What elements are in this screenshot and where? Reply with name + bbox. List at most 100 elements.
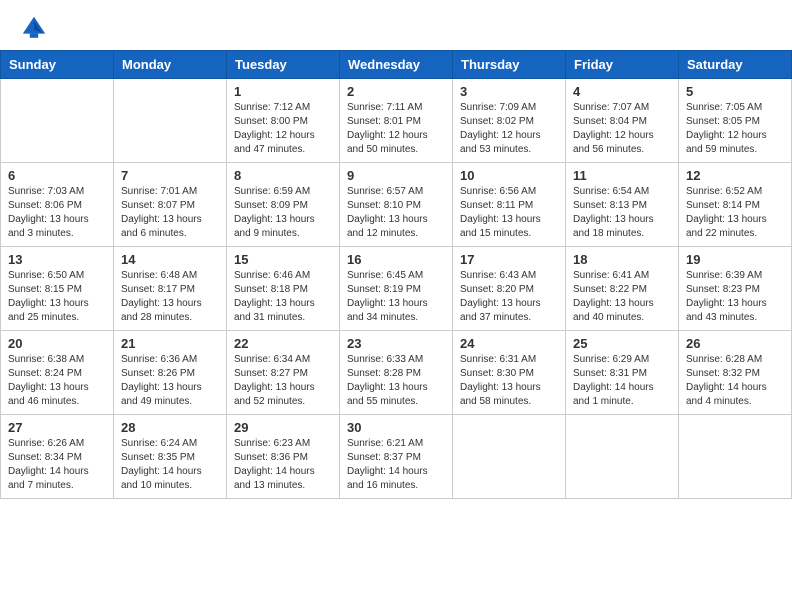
day-info: Sunrise: 6:38 AMSunset: 8:24 PMDaylight:… [8, 353, 106, 409]
calendar-cell: 24 Sunrise: 6:31 AMSunset: 8:30 PMDayligh… [453, 331, 566, 415]
day-info: Sunrise: 6:41 AMSunset: 8:22 PMDaylight:… [573, 269, 671, 325]
day-info: Sunrise: 6:59 AMSunset: 8:09 PMDaylight:… [234, 185, 332, 241]
calendar-cell: 30 Sunrise: 6:21 AMSunset: 8:37 PMDayligh… [340, 415, 453, 499]
day-number: 12 [686, 168, 784, 183]
day-info: Sunrise: 6:31 AMSunset: 8:30 PMDaylight:… [460, 353, 558, 409]
calendar-cell: 18 Sunrise: 6:41 AMSunset: 8:22 PMDayligh… [566, 247, 679, 331]
calendar-week-row: 6 Sunrise: 7:03 AMSunset: 8:06 PMDaylight… [1, 163, 792, 247]
day-info: Sunrise: 6:43 AMSunset: 8:20 PMDaylight:… [460, 269, 558, 325]
calendar-cell: 28 Sunrise: 6:24 AMSunset: 8:35 PMDayligh… [114, 415, 227, 499]
day-number: 17 [460, 252, 558, 267]
calendar-cell: 6 Sunrise: 7:03 AMSunset: 8:06 PMDaylight… [1, 163, 114, 247]
day-info: Sunrise: 6:54 AMSunset: 8:13 PMDaylight:… [573, 185, 671, 241]
day-info: Sunrise: 6:52 AMSunset: 8:14 PMDaylight:… [686, 185, 784, 241]
calendar-cell: 9 Sunrise: 6:57 AMSunset: 8:10 PMDaylight… [340, 163, 453, 247]
day-number: 22 [234, 336, 332, 351]
calendar-week-row: 27 Sunrise: 6:26 AMSunset: 8:34 PMDayligh… [1, 415, 792, 499]
day-number: 1 [234, 84, 332, 99]
calendar-cell: 22 Sunrise: 6:34 AMSunset: 8:27 PMDayligh… [227, 331, 340, 415]
calendar-cell: 2 Sunrise: 7:11 AMSunset: 8:01 PMDaylight… [340, 79, 453, 163]
day-number: 4 [573, 84, 671, 99]
day-info: Sunrise: 6:29 AMSunset: 8:31 PMDaylight:… [573, 353, 671, 409]
calendar-week-row: 13Sunrise: 6:50 AMSunset: 8:15 PMDayligh… [1, 247, 792, 331]
day-number: 8 [234, 168, 332, 183]
day-info: Sunrise: 6:56 AMSunset: 8:11 PMDaylight:… [460, 185, 558, 241]
calendar-table: SundayMondayTuesdayWednesdayThursdayFrid… [0, 50, 792, 499]
day-number: 29 [234, 420, 332, 435]
day-number: 28 [121, 420, 219, 435]
calendar-page: SundayMondayTuesdayWednesdayThursdayFrid… [0, 0, 792, 612]
calendar-cell: 13Sunrise: 6:50 AMSunset: 8:15 PMDayligh… [1, 247, 114, 331]
calendar-header-row: SundayMondayTuesdayWednesdayThursdayFrid… [1, 51, 792, 79]
day-info: Sunrise: 6:36 AMSunset: 8:26 PMDaylight:… [121, 353, 219, 409]
calendar-cell [453, 415, 566, 499]
calendar-cell: 10 Sunrise: 6:56 AMSunset: 8:11 PMDayligh… [453, 163, 566, 247]
calendar-cell: 1 Sunrise: 7:12 AMSunset: 8:00 PMDaylight… [227, 79, 340, 163]
calendar-cell: 14Sunrise: 6:48 AMSunset: 8:17 PMDayligh… [114, 247, 227, 331]
day-info: Sunrise: 7:09 AMSunset: 8:02 PMDaylight:… [460, 101, 558, 157]
day-info: Sunrise: 6:34 AMSunset: 8:27 PMDaylight:… [234, 353, 332, 409]
day-number: 27 [8, 420, 106, 435]
day-number: 21 [121, 336, 219, 351]
day-number: 13 [8, 252, 106, 267]
day-info: Sunrise: 6:26 AMSunset: 8:34 PMDaylight:… [8, 437, 106, 493]
day-header-thursday: Thursday [453, 51, 566, 79]
calendar-cell [566, 415, 679, 499]
day-info: Sunrise: 6:45 AMSunset: 8:19 PMDaylight:… [347, 269, 445, 325]
day-info: Sunrise: 7:05 AMSunset: 8:05 PMDaylight:… [686, 101, 784, 157]
day-number: 6 [8, 168, 106, 183]
calendar-cell: 27 Sunrise: 6:26 AMSunset: 8:34 PMDayligh… [1, 415, 114, 499]
calendar-cell [679, 415, 792, 499]
calendar-week-row: 20 Sunrise: 6:38 AMSunset: 8:24 PMDayligh… [1, 331, 792, 415]
calendar-cell: 23 Sunrise: 6:33 AMSunset: 8:28 PMDayligh… [340, 331, 453, 415]
day-info: Sunrise: 6:48 AMSunset: 8:17 PMDaylight:… [121, 269, 219, 325]
calendar-cell: 29 Sunrise: 6:23 AMSunset: 8:36 PMDayligh… [227, 415, 340, 499]
day-number: 11 [573, 168, 671, 183]
day-header-wednesday: Wednesday [340, 51, 453, 79]
day-info: Sunrise: 7:11 AMSunset: 8:01 PMDaylight:… [347, 101, 445, 157]
day-info: Sunrise: 6:46 AMSunset: 8:18 PMDaylight:… [234, 269, 332, 325]
day-number: 9 [347, 168, 445, 183]
day-number: 24 [460, 336, 558, 351]
day-number: 2 [347, 84, 445, 99]
calendar-cell [114, 79, 227, 163]
logo-icon [20, 14, 48, 42]
calendar-cell: 4 Sunrise: 7:07 AMSunset: 8:04 PMDaylight… [566, 79, 679, 163]
day-info: Sunrise: 6:24 AMSunset: 8:35 PMDaylight:… [121, 437, 219, 493]
day-number: 25 [573, 336, 671, 351]
calendar-cell: 26 Sunrise: 6:28 AMSunset: 8:32 PMDayligh… [679, 331, 792, 415]
day-number: 26 [686, 336, 784, 351]
day-number: 30 [347, 420, 445, 435]
day-info: Sunrise: 7:03 AMSunset: 8:06 PMDaylight:… [8, 185, 106, 241]
calendar-cell: 3 Sunrise: 7:09 AMSunset: 8:02 PMDaylight… [453, 79, 566, 163]
calendar-cell: 19 Sunrise: 6:39 AMSunset: 8:23 PMDayligh… [679, 247, 792, 331]
day-number: 5 [686, 84, 784, 99]
day-header-monday: Monday [114, 51, 227, 79]
day-number: 3 [460, 84, 558, 99]
logo [20, 14, 52, 42]
calendar-cell: 20 Sunrise: 6:38 AMSunset: 8:24 PMDayligh… [1, 331, 114, 415]
day-number: 18 [573, 252, 671, 267]
calendar-cell: 16Sunrise: 6:45 AMSunset: 8:19 PMDayligh… [340, 247, 453, 331]
day-number: 15 [234, 252, 332, 267]
day-number: 23 [347, 336, 445, 351]
day-header-tuesday: Tuesday [227, 51, 340, 79]
day-info: Sunrise: 6:33 AMSunset: 8:28 PMDaylight:… [347, 353, 445, 409]
day-info: Sunrise: 6:28 AMSunset: 8:32 PMDaylight:… [686, 353, 784, 409]
day-info: Sunrise: 6:57 AMSunset: 8:10 PMDaylight:… [347, 185, 445, 241]
day-number: 19 [686, 252, 784, 267]
calendar-cell: 11 Sunrise: 6:54 AMSunset: 8:13 PMDayligh… [566, 163, 679, 247]
day-header-friday: Friday [566, 51, 679, 79]
calendar-cell [1, 79, 114, 163]
calendar-cell: 25 Sunrise: 6:29 AMSunset: 8:31 PMDayligh… [566, 331, 679, 415]
day-info: Sunrise: 7:07 AMSunset: 8:04 PMDaylight:… [573, 101, 671, 157]
day-number: 20 [8, 336, 106, 351]
day-header-saturday: Saturday [679, 51, 792, 79]
day-number: 10 [460, 168, 558, 183]
calendar-cell: 15 Sunrise: 6:46 AMSunset: 8:18 PMDayligh… [227, 247, 340, 331]
day-info: Sunrise: 7:12 AMSunset: 8:00 PMDaylight:… [234, 101, 332, 157]
calendar-cell: 12 Sunrise: 6:52 AMSunset: 8:14 PMDayligh… [679, 163, 792, 247]
day-info: Sunrise: 6:23 AMSunset: 8:36 PMDaylight:… [234, 437, 332, 493]
day-info: Sunrise: 6:21 AMSunset: 8:37 PMDaylight:… [347, 437, 445, 493]
day-info: Sunrise: 6:39 AMSunset: 8:23 PMDaylight:… [686, 269, 784, 325]
